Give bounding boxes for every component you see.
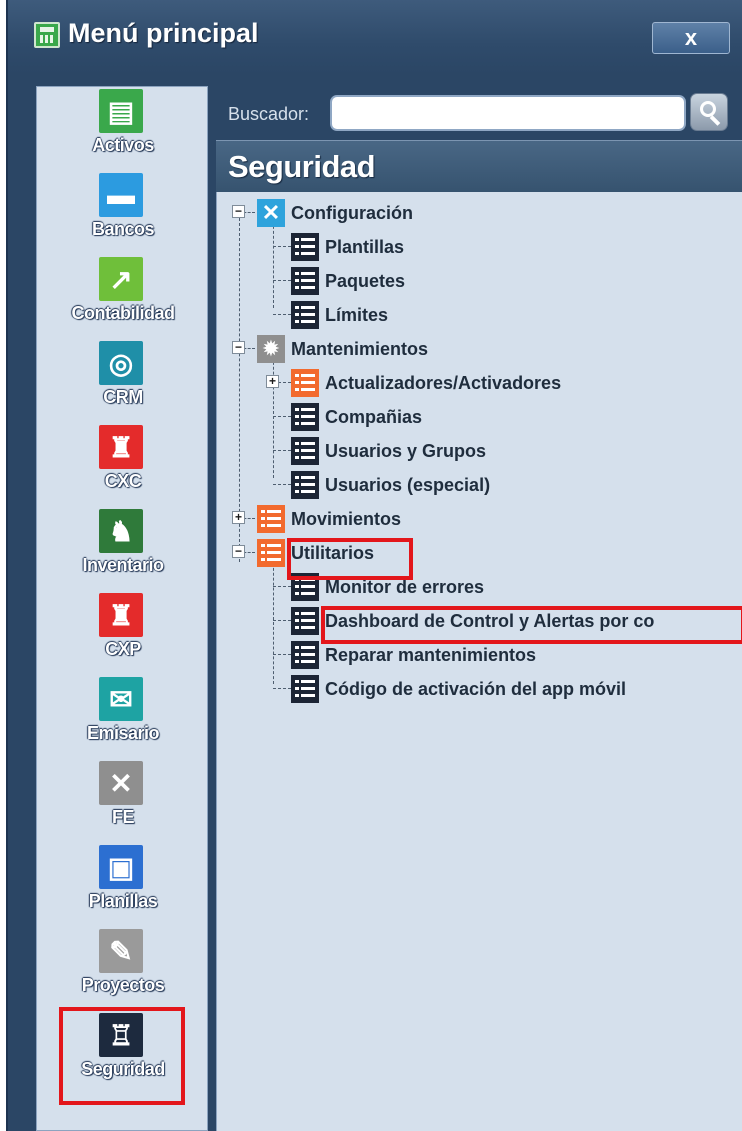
tree-item-codigo-activacion[interactable]: Código de activación del app móvil — [291, 672, 626, 706]
collapse-icon[interactable]: − — [232, 545, 245, 558]
main-menu-window: Menú principal x ▤ Activos ▬ Bancos ↗ Contabi… — [6, 0, 742, 1131]
chart-icon: ↗ — [99, 257, 143, 301]
sidebar-module-activos[interactable]: ▤ Activos — [37, 89, 209, 173]
sidebar-module-fe[interactable]: ✕ FE — [37, 761, 209, 845]
person-money-icon: ♜ — [99, 425, 143, 469]
main-panel: Buscador: Seguridad − − + + − ✕ Configur… — [208, 86, 742, 1131]
search-button[interactable] — [690, 93, 728, 131]
sidebar-module-label: Inventario — [82, 555, 164, 575]
briefcase-icon: ▬ — [99, 173, 143, 217]
module-sidebar: ▤ Activos ▬ Bancos ↗ Contabilidad ◎ CRM ♜ CXC ♞ Inv… — [36, 86, 208, 1131]
close-button[interactable]: x — [652, 22, 730, 54]
sidebar-module-cxc[interactable]: ♜ CXC — [37, 425, 209, 509]
tree-item-plantillas[interactable]: Plantillas — [291, 230, 404, 264]
sidebar-module-label: FE — [111, 807, 135, 827]
sidebar-module-label: CXC — [104, 471, 142, 491]
list-icon — [291, 301, 319, 329]
list-icon — [291, 641, 319, 669]
section-header: Seguridad — [216, 140, 742, 192]
envelope-icon: ✉ — [99, 677, 143, 721]
sidebar-module-label: Planillas — [88, 891, 158, 911]
tree-item-paquetes[interactable]: Paquetes — [291, 264, 405, 298]
tools-icon: ✕ — [257, 199, 285, 227]
collapse-icon[interactable]: − — [232, 205, 245, 218]
tools-icon: ✕ — [99, 761, 143, 805]
highlight-utilitarios — [287, 538, 413, 580]
sidebar-module-label: Bancos — [91, 219, 155, 239]
tree-item-companias[interactable]: Compañias — [291, 400, 422, 434]
pencil-ruler-icon: ✎ — [99, 929, 143, 973]
tree-node-configuracion[interactable]: ✕ Configuración — [257, 196, 413, 230]
tree-item-usuarios-grupos[interactable]: Usuarios y Grupos — [291, 434, 486, 468]
menu-tree: − − + + − ✕ Configuración Plantillas Paq… — [216, 192, 742, 1131]
sidebar-module-label: Proyectos — [81, 975, 165, 995]
list-icon — [291, 675, 319, 703]
tree-item-usuarios-especial[interactable]: Usuarios (especial) — [291, 468, 490, 502]
tree-node-movimientos[interactable]: Movimientos — [257, 502, 401, 536]
sidebar-module-label: Contabilidad — [71, 303, 176, 323]
section-title: Seguridad — [228, 149, 376, 184]
expand-icon[interactable]: + — [232, 511, 245, 524]
sidebar-module-contabilidad[interactable]: ↗ Contabilidad — [37, 257, 209, 341]
sidebar-module-label: CRM — [103, 387, 143, 407]
search-label: Buscador: — [228, 104, 310, 124]
sidebar-module-emisario[interactable]: ✉ Emisario — [37, 677, 209, 761]
list-icon — [291, 403, 319, 431]
sidebar-module-label: CXP — [105, 639, 141, 659]
sidebar-module-cxp[interactable]: ♜ CXP — [37, 593, 209, 677]
list-icon — [291, 437, 319, 465]
sidebar-module-label: Emisario — [86, 723, 160, 743]
tree-item-limites[interactable]: Límites — [291, 298, 388, 332]
tree-node-actualizadores[interactable]: Actualizadores/Activadores — [291, 366, 561, 400]
list-icon — [257, 539, 285, 567]
collapse-icon[interactable]: − — [232, 341, 245, 354]
tree-node-mantenimientos[interactable]: ✹ Mantenimientos — [257, 332, 428, 366]
gear-icon: ✹ — [257, 335, 285, 363]
title-bar[interactable]: Menú principal x — [8, 0, 742, 74]
sidebar-module-inventario[interactable]: ♞ Inventario — [37, 509, 209, 593]
highlight-seguridad — [59, 1007, 185, 1105]
window-title: Menú principal — [68, 18, 259, 48]
person-payment-icon: ♜ — [99, 593, 143, 637]
list-icon — [291, 369, 319, 397]
list-icon — [291, 233, 319, 261]
sidebar-module-proyectos[interactable]: ✎ Proyectos — [37, 929, 209, 1013]
list-icon — [257, 505, 285, 533]
list-icon — [291, 607, 319, 635]
list-icon — [291, 471, 319, 499]
expand-icon[interactable]: + — [266, 375, 279, 388]
highlight-dashboard — [321, 606, 742, 644]
sidebar-module-planillas[interactable]: ▣ Planillas — [37, 845, 209, 929]
sidebar-module-bancos[interactable]: ▬ Bancos — [37, 173, 209, 257]
person-board-icon: ♞ — [99, 509, 143, 553]
list-icon — [291, 267, 319, 295]
sidebar-module-label: Activos — [92, 135, 154, 155]
magnifier-icon — [700, 101, 716, 117]
cash-register-icon — [34, 22, 60, 48]
search-input[interactable] — [330, 95, 686, 131]
globe-icon: ◎ — [99, 341, 143, 385]
document-icon: ▣ — [99, 845, 143, 889]
sidebar-module-crm[interactable]: ◎ CRM — [37, 341, 209, 425]
cash-register-icon: ▤ — [99, 89, 143, 133]
